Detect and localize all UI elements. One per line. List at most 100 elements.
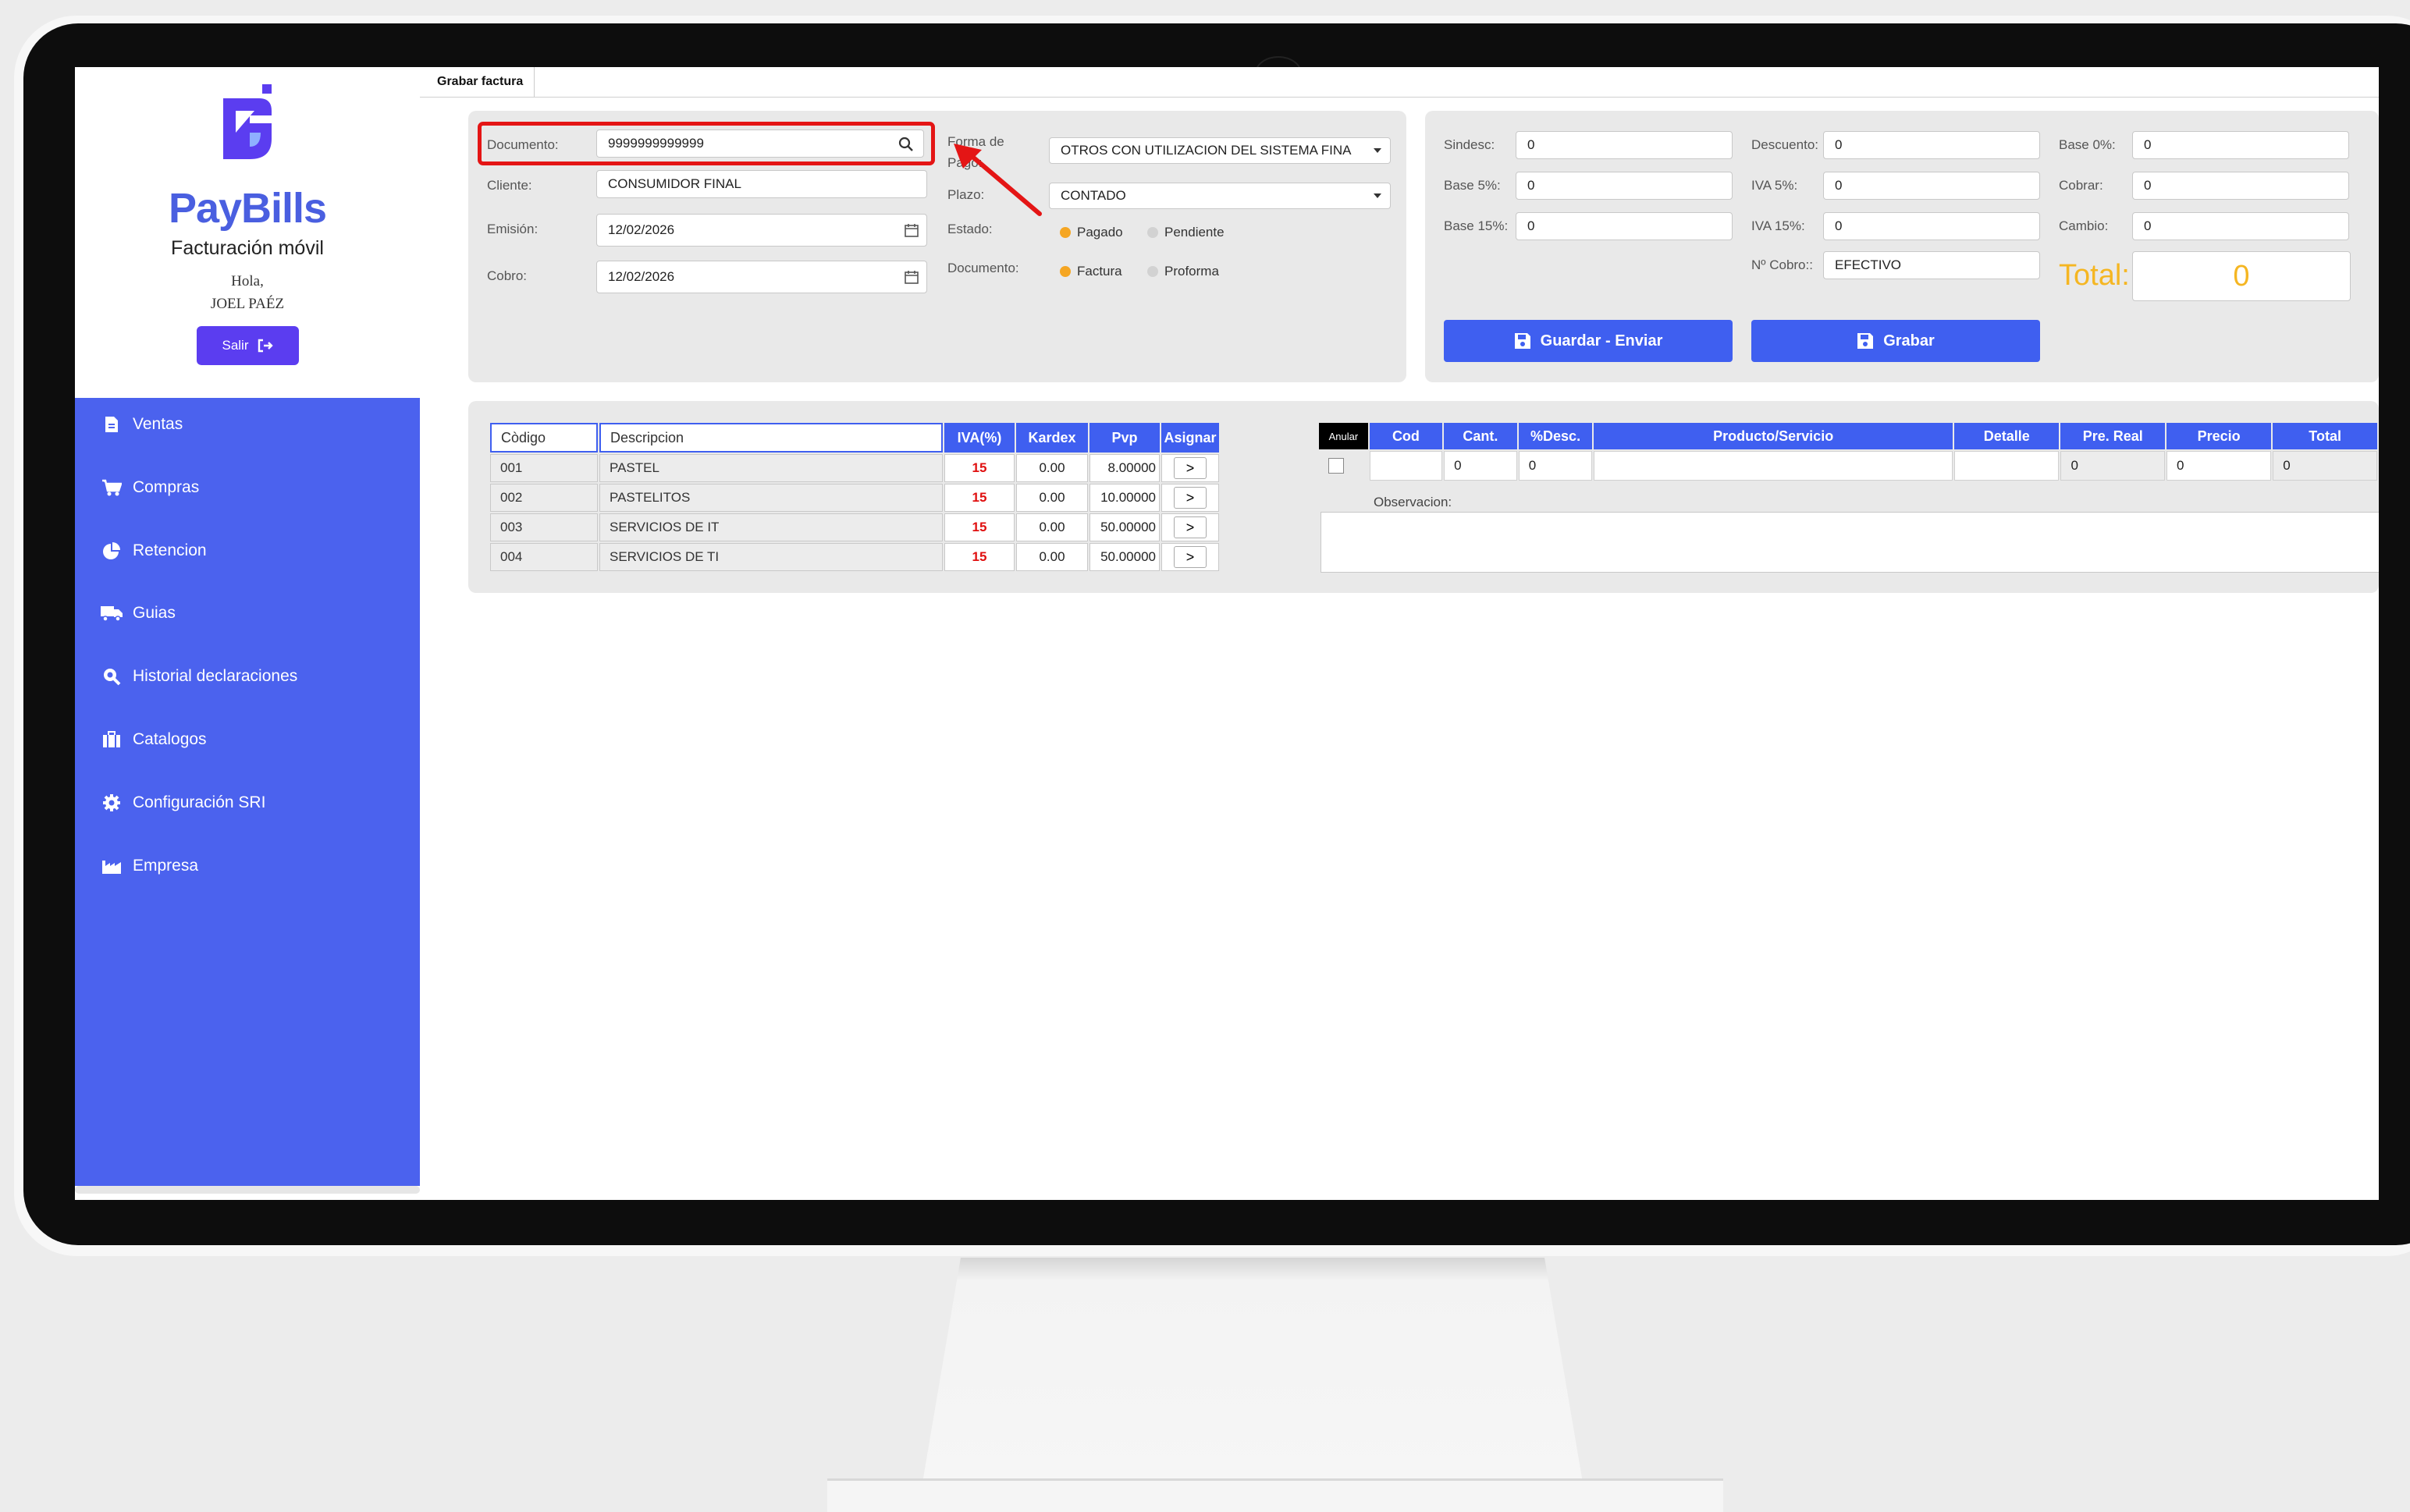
iva15-label: IVA 15%: [1751,218,1805,233]
iva-cell: 15 [944,513,1015,541]
precio-input[interactable]: 0 [2166,451,2272,481]
table-row[interactable]: 003 SERVICIOS DE IT 15 0.00 50.00000 > [490,513,1219,541]
sidebar-item-label: Retencion [133,541,207,559]
sidebar: PayBills Facturación móvil Hola, JOEL PA… [75,67,420,1200]
tipo-documento-label: Documento: [947,261,1019,275]
sidebar-item-ventas[interactable]: Ventas [75,401,420,448]
asignar-button[interactable]: > [1174,487,1207,509]
base5-field[interactable]: 0 [1516,172,1733,200]
sidebar-item-guias[interactable]: Guias [75,590,420,637]
iva5-field[interactable]: 0 [1823,172,2040,200]
radio-label: Pagado [1077,225,1123,240]
pvp-cell: 8.00000 [1089,454,1160,482]
radio-label: Factura [1077,264,1122,279]
descripcion-search-input[interactable]: Descripcion [599,423,943,453]
producto-input[interactable] [1594,451,1953,481]
header-anular: Anular [1319,423,1368,449]
cant-input[interactable]: 0 [1444,451,1517,481]
cliente-field[interactable]: CONSUMIDOR FINAL [596,170,927,198]
tipo-radio-proforma[interactable]: Proforma [1147,264,1219,279]
header-cant: Cant. [1444,423,1517,449]
annotation-arrow-icon [954,144,1042,216]
table-row[interactable]: 002 PASTELITOS 15 0.00 10.00000 > [490,484,1219,512]
cliente-label: Cliente: [487,178,532,193]
iva15-field[interactable]: 0 [1823,212,2040,240]
logout-button[interactable]: Salir [197,326,299,365]
emision-value: 12/02/2026 [608,222,675,237]
calendar-icon[interactable] [905,223,919,237]
table-row[interactable]: 004 SERVICIOS DE TI 15 0.00 50.00000 > [490,543,1219,571]
forma-pago-select[interactable]: OTROS CON UTILIZACION DEL SISTEMA FINA [1049,137,1391,164]
estado-radio-pendiente[interactable]: Pendiente [1147,225,1225,240]
iva-cell: 15 [944,543,1015,571]
monitor-base [827,1478,1723,1512]
cobrar-label: Cobrar: [2059,178,2103,193]
header-detalle: Detalle [1954,423,2060,449]
cobro-date-field[interactable]: 12/02/2026 [596,261,927,293]
totals-panel: Sindesc: 0 Descuento: 0 Base 0%: 0 Base … [1425,111,2379,382]
sidebar-scrollbar[interactable] [75,1186,420,1194]
gear-icon [98,793,125,812]
radio-unselected-icon [1147,266,1158,277]
calendar-icon[interactable] [905,270,919,284]
sidebar-item-empresa[interactable]: Empresa [75,843,420,889]
radio-label: Pendiente [1164,225,1225,240]
save-icon [1514,333,1530,349]
total-value: 0 [2132,251,2351,301]
invoice-detail-table: Anular Cod Cant. %Desc. Producto/Servici… [1317,421,2379,482]
tab-grabar-factura[interactable]: Grabar factura [426,67,535,97]
anular-checkbox[interactable] [1328,458,1344,474]
base15-field[interactable]: 0 [1516,212,1733,240]
codigo-search-input[interactable]: Còdigo [490,423,598,453]
asignar-cell: > [1161,484,1219,512]
desc-input[interactable]: 0 [1518,451,1593,481]
observacion-textarea[interactable] [1321,512,2379,573]
asignar-button[interactable]: > [1174,546,1207,568]
asignar-button[interactable]: > [1174,516,1207,538]
table-row[interactable]: 001 PASTEL 15 0.00 8.00000 > [490,454,1219,482]
app-screen: PayBills Facturación móvil Hola, JOEL PA… [75,67,2379,1200]
descuento-label: Descuento: [1751,137,1818,152]
sidebar-item-configuracion[interactable]: Configuración SRI [75,779,420,826]
brand-name: PayBills [168,185,327,232]
products-table: Còdigo Descripcion IVA(%) Kardex Pvp Asi… [489,421,1221,573]
descuento-field[interactable]: 0 [1823,131,2040,159]
radio-label: Proforma [1164,264,1219,279]
header-desc: %Desc. [1518,423,1593,449]
sidebar-item-catalogos[interactable]: Catalogos [75,716,420,763]
header-pre-real: Pre. Real [2060,423,2165,449]
tipo-radio-factura[interactable]: Factura [1060,264,1122,279]
grabar-button[interactable]: Grabar [1751,320,2040,362]
sindesc-field[interactable]: 0 [1516,131,1733,159]
anular-cell [1319,451,1368,481]
codigo-cell: 004 [490,543,598,571]
cobrar-field[interactable]: 0 [2132,172,2349,200]
cambio-field[interactable]: 0 [2132,212,2349,240]
asignar-button[interactable]: > [1174,457,1207,479]
grabar-label: Grabar [1883,332,1935,350]
asignar-cell: > [1161,543,1219,571]
sidebar-item-historial[interactable]: Historial declaraciones [75,653,420,700]
sidebar-item-retencion[interactable]: Retencion [75,527,420,574]
sidebar-item-label: Catalogos [133,730,207,748]
plazo-value: CONTADO [1061,188,1126,203]
header-asignar: Asignar [1161,423,1219,453]
cod-input[interactable] [1369,451,1443,481]
briefcase-icon [98,731,125,748]
emision-date-field[interactable]: 12/02/2026 [596,214,927,247]
ncobro-field[interactable]: EFECTIVO [1823,251,2040,279]
estado-radio-pagado[interactable]: Pagado [1060,225,1123,240]
codigo-cell: 003 [490,513,598,541]
save-icon [1857,333,1874,349]
plazo-select[interactable]: CONTADO [1049,183,1391,209]
descripcion-cell: PASTELITOS [599,484,943,512]
sidebar-item-compras[interactable]: Compras [75,464,420,511]
pre-real-cell: 0 [2060,451,2165,481]
table-row: 0 0 0 0 0 [1319,451,2377,481]
radio-unselected-icon [1147,227,1158,238]
sidebar-item-label: Historial declaraciones [133,667,298,685]
guardar-enviar-button[interactable]: Guardar - Enviar [1444,320,1733,362]
base0-field[interactable]: 0 [2132,131,2349,159]
total-cell: 0 [2273,451,2377,481]
detalle-input[interactable] [1954,451,2060,481]
